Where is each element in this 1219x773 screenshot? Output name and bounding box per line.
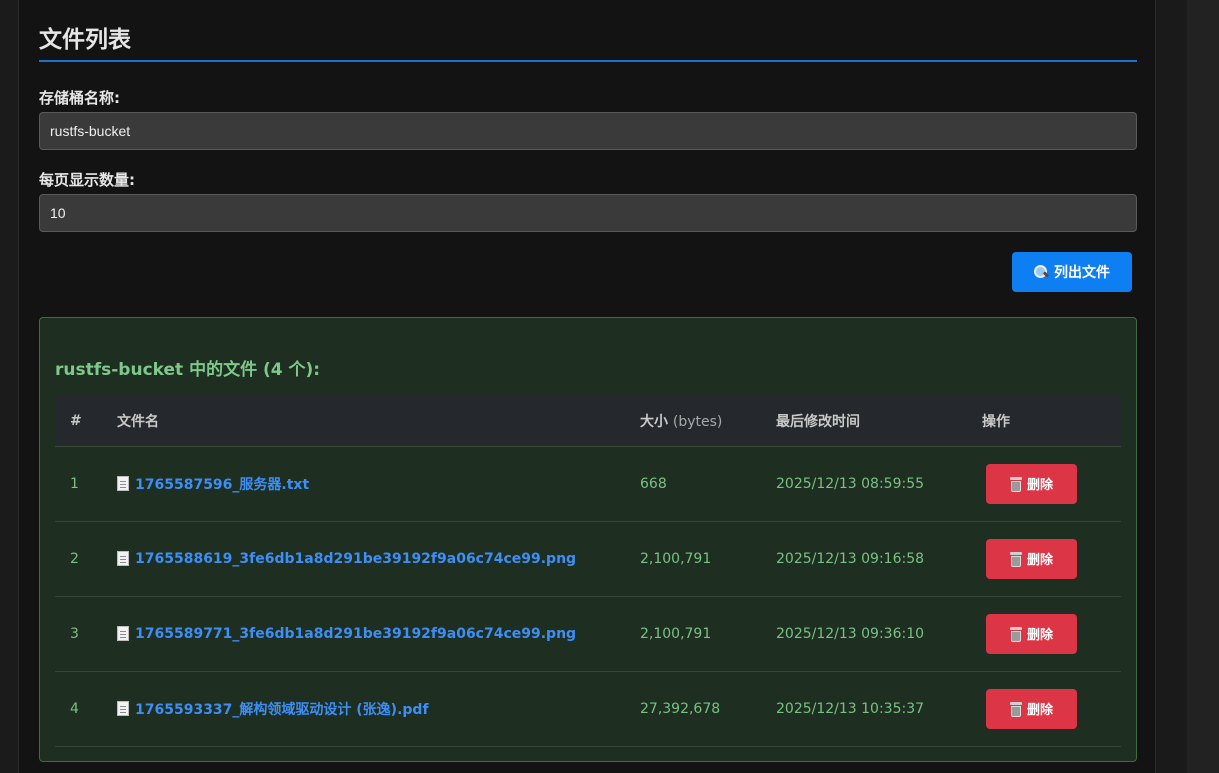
magnifier-icon bbox=[1034, 265, 1048, 279]
row-file: 1765593337_解构领域驱动设计 (张逸).pdf bbox=[117, 671, 640, 747]
results-heading: rustfs-bucket 中的文件 (4 个): bbox=[55, 360, 321, 380]
row-actions: 删除 bbox=[982, 596, 1121, 672]
document-icon bbox=[117, 551, 129, 566]
delete-button[interactable]: 删除 bbox=[986, 538, 1077, 579]
left-background bbox=[0, 0, 18, 773]
page: 文件列表 存储桶名称: 每页显示数量: 列出文件 rustfs-bucket 中… bbox=[0, 0, 1219, 773]
column-header-actions: 操作 bbox=[982, 396, 1121, 447]
row-index: 3 bbox=[55, 596, 117, 672]
row-file: 1765587596_服务器.txt bbox=[117, 446, 640, 522]
document-icon bbox=[117, 476, 129, 491]
row-size: 2,100,791 bbox=[640, 596, 776, 672]
row-actions: 删除 bbox=[982, 521, 1121, 597]
row-size: 27,392,678 bbox=[640, 671, 776, 747]
column-header-name: 文件名 bbox=[117, 396, 640, 447]
document-icon bbox=[117, 626, 129, 641]
list-files-button-label: 列出文件 bbox=[1054, 265, 1110, 281]
file-link[interactable]: 1765587596_服务器.txt bbox=[135, 474, 309, 494]
trash-icon bbox=[1009, 701, 1022, 717]
column-header-size-text: 大小 bbox=[640, 413, 668, 430]
files-table: # 文件名 大小 (bytes) 最后修改时间 操作 1 1765587596_… bbox=[55, 396, 1121, 747]
row-actions: 删除 bbox=[982, 446, 1121, 522]
bucket-name-label: 存储桶名称: bbox=[39, 89, 120, 107]
trash-icon bbox=[1009, 476, 1022, 492]
delete-button-label: 删除 bbox=[1026, 553, 1053, 568]
delete-button-label: 删除 bbox=[1026, 478, 1053, 493]
row-size: 668 bbox=[640, 446, 776, 522]
results-panel: rustfs-bucket 中的文件 (4 个): # 文件名 大小 (byte… bbox=[39, 317, 1137, 762]
table-row: 3 1765589771_3fe6db1a8d291be39192f9a06c7… bbox=[55, 596, 1121, 672]
delete-button-label: 删除 bbox=[1026, 703, 1053, 718]
delete-button[interactable]: 删除 bbox=[986, 613, 1077, 654]
column-header-modified: 最后修改时间 bbox=[776, 396, 982, 447]
file-link[interactable]: 1765593337_解构领域驱动设计 (张逸).pdf bbox=[135, 699, 429, 719]
column-header-size-unit: (bytes) bbox=[672, 413, 723, 430]
column-header-size: 大小 (bytes) bbox=[640, 396, 776, 447]
table-header-row: # 文件名 大小 (bytes) 最后修改时间 操作 bbox=[55, 396, 1121, 447]
row-modified: 2025/12/13 09:36:10 bbox=[776, 596, 982, 672]
row-modified: 2025/12/13 08:59:55 bbox=[776, 446, 982, 522]
delete-button[interactable]: 删除 bbox=[986, 688, 1077, 729]
page-size-input[interactable] bbox=[39, 194, 1137, 232]
title-divider bbox=[39, 60, 1137, 62]
delete-button-label: 删除 bbox=[1026, 628, 1053, 643]
delete-button[interactable]: 删除 bbox=[986, 463, 1077, 504]
right-background bbox=[1156, 0, 1187, 773]
row-file: 1765589771_3fe6db1a8d291be39192f9a06c74c… bbox=[117, 596, 640, 672]
row-index: 1 bbox=[55, 446, 117, 522]
file-link[interactable]: 1765589771_3fe6db1a8d291be39192f9a06c74c… bbox=[135, 626, 576, 642]
scrollbar-track[interactable] bbox=[1187, 0, 1219, 773]
row-size: 2,100,791 bbox=[640, 521, 776, 597]
row-modified: 2025/12/13 09:16:58 bbox=[776, 521, 982, 597]
row-file: 1765588619_3fe6db1a8d291be39192f9a06c74c… bbox=[117, 521, 640, 597]
bucket-name-input[interactable] bbox=[39, 112, 1137, 150]
file-link[interactable]: 1765588619_3fe6db1a8d291be39192f9a06c74c… bbox=[135, 551, 576, 567]
table-row: 1 1765587596_服务器.txt 668 2025/12/13 08:5… bbox=[55, 446, 1121, 522]
document-icon bbox=[117, 701, 129, 716]
row-index: 4 bbox=[55, 671, 117, 747]
page-size-label: 每页显示数量: bbox=[39, 171, 135, 189]
column-header-index: # bbox=[55, 396, 117, 447]
trash-icon bbox=[1009, 551, 1022, 567]
table-row: 4 1765593337_解构领域驱动设计 (张逸).pdf 27,392,67… bbox=[55, 671, 1121, 747]
file-list-card: 文件列表 存储桶名称: 每页显示数量: 列出文件 rustfs-bucket 中… bbox=[18, 0, 1156, 773]
row-actions: 删除 bbox=[982, 671, 1121, 747]
row-modified: 2025/12/13 10:35:37 bbox=[776, 671, 982, 747]
table-row: 2 1765588619_3fe6db1a8d291be39192f9a06c7… bbox=[55, 521, 1121, 597]
list-files-button[interactable]: 列出文件 bbox=[1012, 252, 1132, 292]
row-index: 2 bbox=[55, 521, 117, 597]
page-title: 文件列表 bbox=[39, 27, 131, 53]
trash-icon bbox=[1009, 626, 1022, 642]
